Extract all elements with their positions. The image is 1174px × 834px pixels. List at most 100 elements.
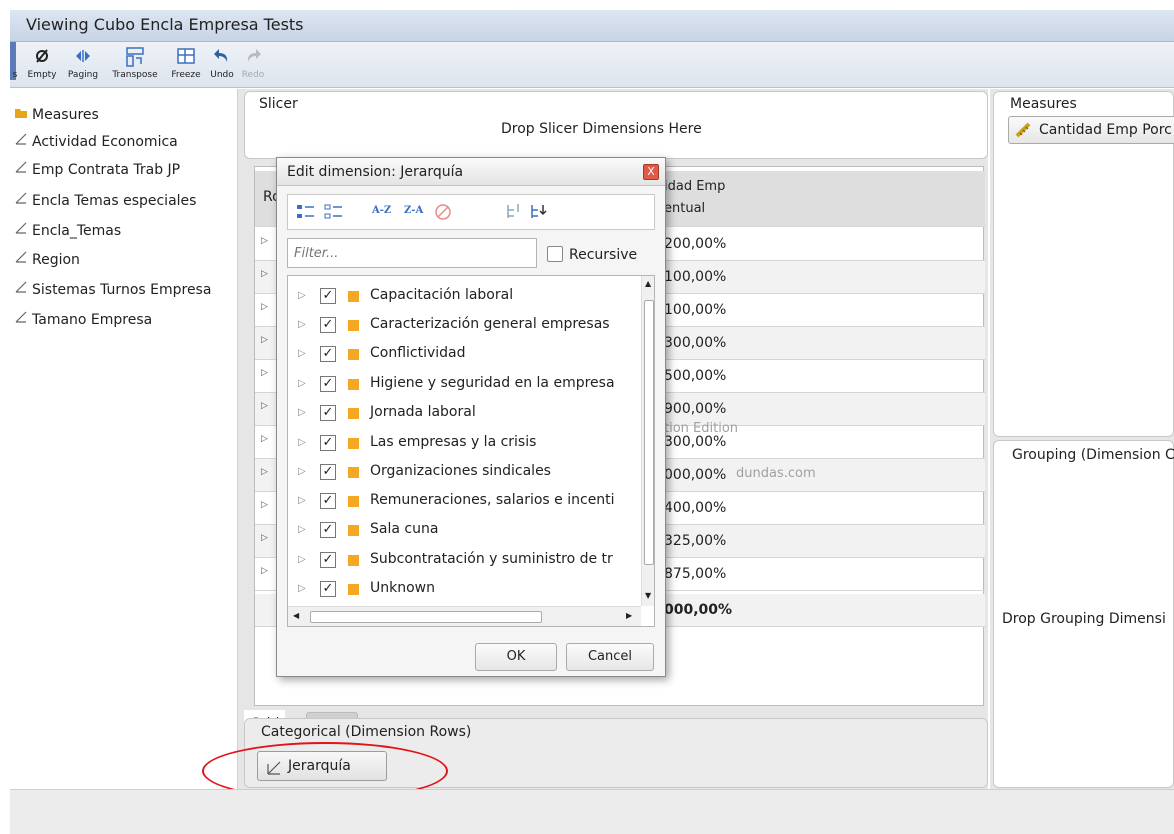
member-square-icon <box>348 467 359 478</box>
list-item[interactable]: ▷ ✓ Las empresas y la crisis <box>288 429 628 458</box>
scroll-left-icon[interactable]: ◀ <box>293 611 299 620</box>
grouping-drop-zone[interactable]: Grouping (Dimension C Drop Grouping Dime… <box>993 440 1174 788</box>
cancel-button[interactable]: Cancel <box>566 643 654 671</box>
undo-button[interactable]: Undo <box>208 44 236 86</box>
dimension-item-emp-contrata[interactable]: Emp Contrata Trab JP <box>14 159 180 181</box>
dimension-icon <box>14 159 28 181</box>
expand-arrow-icon[interactable]: ▷ <box>261 467 268 477</box>
list-item[interactable]: ▷ ✓ Subcontratación y suministro de tr <box>288 546 628 575</box>
measure-chip[interactable]: Cantidad Emp Porc <box>1008 116 1174 144</box>
expand-arrow-icon[interactable]: ▷ <box>261 566 268 576</box>
sort-az-icon[interactable]: A-Z <box>372 205 391 216</box>
expand-arrow-icon[interactable]: ▷ <box>261 533 268 543</box>
dimension-item-tamano-empresa[interactable]: Tamano Empresa <box>14 309 152 331</box>
list-item[interactable]: ▷ ✓ Capacitación laboral <box>288 282 628 311</box>
redo-button[interactable]: Redo <box>240 44 266 86</box>
toolbar-partial-button[interactable]: s <box>10 44 20 86</box>
member-square-icon <box>348 379 359 390</box>
scroll-down-icon[interactable]: ▼ <box>645 591 651 600</box>
list-item[interactable]: ▷ ✓ Remuneraciones, salarios e incenti <box>288 487 628 516</box>
slicer-drop-zone[interactable]: Slicer Drop Slicer Dimensions Here <box>244 91 988 159</box>
close-icon[interactable]: X <box>643 164 659 180</box>
expand-arrow-icon[interactable]: ▷ <box>261 368 268 378</box>
dialog-title-bar[interactable]: Edit dimension: Jerarquía <box>277 158 665 186</box>
member-checkbox[interactable]: ✓ <box>320 493 336 509</box>
expand-arrow-icon[interactable]: ▷ <box>298 554 306 565</box>
member-checkbox[interactable]: ✓ <box>320 288 336 304</box>
expand-arrow-icon[interactable]: ▷ <box>261 302 268 312</box>
expand-arrow-icon[interactable]: ▷ <box>298 348 306 359</box>
list-item[interactable]: ▷ ✓ Unknown <box>288 575 628 604</box>
scroll-right-icon[interactable]: ▶ <box>626 611 632 620</box>
expand-arrow-icon[interactable]: ▷ <box>298 407 306 418</box>
filter-input[interactable] <box>287 238 537 268</box>
member-checkbox[interactable]: ✓ <box>320 552 336 568</box>
ruler-icon <box>1015 122 1031 142</box>
list-item[interactable]: ▷ ✓ Sala cuna <box>288 516 628 545</box>
expand-arrow-icon[interactable]: ▷ <box>261 434 268 444</box>
freeze-button[interactable]: Freeze <box>167 44 205 86</box>
expand-arrow-icon[interactable]: ▷ <box>261 401 268 411</box>
recursive-checkbox[interactable] <box>547 246 563 262</box>
measures-drop-zone[interactable]: Measures Cantidad Emp Porc <box>993 91 1174 437</box>
member-checkbox[interactable]: ✓ <box>320 317 336 333</box>
member-checkbox[interactable]: ✓ <box>320 346 336 362</box>
ok-button[interactable]: OK <box>475 643 557 671</box>
undo-icon <box>208 46 236 70</box>
expand-arrow-icon[interactable]: ▷ <box>298 583 306 594</box>
expand-arrow-icon[interactable]: ▷ <box>298 378 306 389</box>
dimension-item-encla-temas-especiales[interactable]: Encla Temas especiales <box>14 190 196 212</box>
dialog-toolbar: A-Z Z-A <box>287 194 655 230</box>
expand-arrow-icon[interactable]: ▷ <box>261 236 268 246</box>
member-square-icon <box>348 525 359 536</box>
dimension-icon <box>14 220 28 242</box>
horizontal-scrollbar[interactable]: ◀ ▶ <box>288 606 641 626</box>
hierarchy-level-icon[interactable] <box>528 202 550 225</box>
expand-arrow-icon[interactable]: ▷ <box>298 524 306 535</box>
member-checkbox[interactable]: ✓ <box>320 581 336 597</box>
list-item[interactable]: ▷ ✓ Caracterización general empresas <box>288 311 628 340</box>
dimension-item-sistemas-turnos[interactable]: Sistemas Turnos Empresa <box>14 279 211 301</box>
transpose-button[interactable]: Transpose <box>105 44 165 86</box>
expand-arrow-icon[interactable]: ▷ <box>261 269 268 279</box>
clear-sort-icon[interactable] <box>434 203 452 224</box>
expand-arrow-icon[interactable]: ▷ <box>261 500 268 510</box>
expand-arrow-icon[interactable]: ▷ <box>298 290 306 301</box>
member-checkbox[interactable]: ✓ <box>320 464 336 480</box>
dimension-item-encla-temas[interactable]: Encla_Temas <box>14 220 121 242</box>
horizontal-scroll-thumb[interactable] <box>310 611 542 623</box>
sort-za-icon[interactable]: Z-A <box>404 205 423 216</box>
dimension-icon <box>14 131 28 153</box>
collapse-all-icon[interactable] <box>324 203 344 224</box>
expand-arrow-icon[interactable]: ▷ <box>298 319 306 330</box>
member-square-icon <box>348 291 359 302</box>
member-checkbox[interactable]: ✓ <box>320 376 336 392</box>
list-item[interactable]: ▷ ✓ Organizaciones sindicales <box>288 458 628 487</box>
slicer-hint: Drop Slicer Dimensions Here <box>501 121 702 137</box>
member-checkbox[interactable]: ✓ <box>320 435 336 451</box>
dimension-item-region[interactable]: Region <box>14 249 80 271</box>
hierarchy-select-icon[interactable] <box>504 202 524 225</box>
paging-button[interactable]: Paging <box>63 44 103 86</box>
freeze-icon <box>167 46 205 70</box>
vertical-scroll-thumb[interactable] <box>644 300 654 565</box>
dimension-item-actividad-economica[interactable]: Actividad Economica <box>14 131 178 153</box>
list-item[interactable]: ▷ ✓ Jornada laboral <box>288 399 628 428</box>
recursive-label: Recursive <box>569 247 638 263</box>
expand-arrow-icon[interactable]: ▷ <box>261 335 268 345</box>
expand-arrow-icon[interactable]: ▷ <box>298 437 306 448</box>
list-item[interactable]: ▷ ✓ Conflictividad <box>288 340 628 369</box>
grouping-hint: Drop Grouping Dimensi <box>1002 611 1166 627</box>
slicer-title: Slicer <box>259 96 298 112</box>
empty-button[interactable]: Empty <box>24 44 60 86</box>
member-square-icon <box>348 349 359 360</box>
list-item[interactable]: ▷ ✓ Higiene y seguridad en la empresa <box>288 370 628 399</box>
expand-arrow-icon[interactable]: ▷ <box>298 466 306 477</box>
expand-arrow-icon[interactable]: ▷ <box>298 495 306 506</box>
dimension-item-measures[interactable]: Measures <box>14 104 99 126</box>
member-checkbox[interactable]: ✓ <box>320 405 336 421</box>
vertical-scrollbar[interactable]: ▲ ▼ <box>641 276 654 606</box>
member-checkbox[interactable]: ✓ <box>320 522 336 538</box>
scroll-up-icon[interactable]: ▲ <box>645 279 651 288</box>
expand-all-icon[interactable] <box>296 203 316 224</box>
